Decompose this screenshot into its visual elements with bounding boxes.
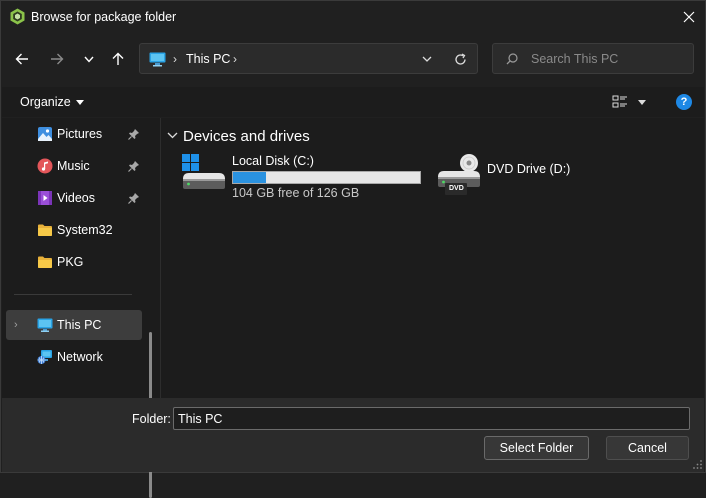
change-view-button[interactable]	[612, 94, 648, 112]
sidebar-item-label: Music	[57, 159, 90, 173]
search-box[interactable]	[492, 43, 694, 74]
caret-down-icon	[75, 100, 84, 106]
sidebar-item-pkg[interactable]: PKG	[6, 247, 142, 277]
dvd-badge: DVD	[449, 185, 464, 192]
drive-local-disk-c[interactable]: Local Disk (C:) 104 GB free of 126 GB	[181, 153, 426, 203]
caret-down-icon	[638, 100, 646, 105]
folder-icon	[38, 256, 52, 268]
close-icon	[683, 11, 695, 23]
drive-usage-fill	[233, 172, 266, 183]
sidebar-item-videos[interactable]: Videos	[6, 183, 142, 213]
chevron-down-icon	[422, 56, 432, 62]
sidebar-item-label: System32	[57, 223, 113, 237]
sidebar-item-label: Network	[57, 350, 103, 364]
sidebar-item-system32[interactable]: System32	[6, 215, 142, 245]
drive-name: DVD Drive (D:)	[487, 162, 571, 176]
help-button[interactable]: ?	[676, 94, 692, 110]
search-input[interactable]	[531, 50, 681, 68]
folder-label: Folder:	[132, 412, 171, 426]
sidebar-item-label: Videos	[57, 191, 95, 205]
group-title: Devices and drives	[183, 128, 310, 145]
title-bar[interactable]: Browse for package folder	[1, 1, 705, 33]
sidebar-item-this-pc[interactable]: › This PC	[6, 310, 142, 340]
pin-icon	[128, 129, 139, 140]
dialog-window: Browse for package folder › This PC › Se…	[0, 0, 706, 498]
cancel-button[interactable]: Cancel	[606, 436, 689, 460]
organize-label: Organize	[20, 95, 71, 109]
monitor-icon	[149, 52, 166, 67]
breadcrumb-this-pc[interactable]: This PC	[186, 52, 230, 66]
sidebar-item-label: PKG	[57, 255, 84, 269]
refresh-button[interactable]	[449, 50, 471, 68]
breadcrumb-separator: ›	[173, 52, 177, 66]
resize-grip-icon[interactable]	[693, 460, 703, 470]
drive-free-space: 104 GB free of 126 GB	[232, 186, 360, 200]
breadcrumb-separator[interactable]: ›	[233, 52, 237, 66]
network-icon	[37, 350, 52, 364]
dialog-footer: Folder: Select Folder Cancel	[2, 398, 704, 472]
navigation-pane: Pictures Music Videos System32 PKG › Thi…	[2, 118, 160, 498]
arrow-left-icon	[15, 53, 28, 65]
sidebar-item-pictures[interactable]: Pictures	[6, 119, 142, 149]
chevron-down-icon	[167, 132, 178, 139]
sidebar-item-label: Pictures	[57, 127, 103, 141]
arrow-right-icon	[51, 53, 64, 65]
sidebar-item-network[interactable]: Network	[6, 342, 142, 372]
expand-chevron-icon[interactable]: ›	[14, 319, 18, 331]
organize-button[interactable]: Organize	[20, 95, 84, 109]
close-button[interactable]	[673, 3, 705, 31]
command-bar: Organize ?	[2, 87, 704, 117]
windows-drive-icon	[182, 154, 225, 189]
app-hexagon-icon	[10, 8, 25, 25]
window-title: Browse for package folder	[31, 10, 177, 24]
select-folder-button[interactable]: Select Folder	[484, 436, 589, 460]
folder-field[interactable]	[173, 407, 690, 430]
chevron-down-icon	[84, 56, 94, 63]
videos-icon	[38, 191, 52, 205]
recent-locations-button[interactable]	[77, 45, 101, 73]
monitor-icon	[37, 318, 53, 332]
forward-button[interactable]	[45, 45, 69, 73]
drive-dvd-d[interactable]: DVD DVD Drive (D:)	[436, 153, 586, 203]
music-icon	[37, 158, 53, 174]
folder-icon	[38, 224, 52, 236]
pin-icon	[128, 193, 139, 204]
sidebar-item-music[interactable]: Music	[6, 151, 142, 181]
refresh-icon	[454, 52, 466, 65]
content-pane: Devices and drives Local Disk (C:) 104 G…	[161, 118, 704, 398]
address-dropdown-button[interactable]	[417, 50, 437, 68]
pictures-icon	[38, 127, 52, 141]
sidebar-divider	[14, 294, 132, 295]
address-bar[interactable]: › This PC ›	[139, 43, 478, 74]
view-details-icon	[612, 95, 627, 108]
pin-icon	[128, 161, 139, 172]
drive-usage-bar	[232, 171, 421, 184]
arrow-up-icon	[112, 52, 124, 65]
drive-name: Local Disk (C:)	[232, 154, 314, 168]
search-icon	[506, 53, 518, 65]
back-button[interactable]	[10, 45, 34, 73]
up-button[interactable]	[106, 45, 130, 73]
sidebar-item-label: This PC	[57, 318, 102, 332]
